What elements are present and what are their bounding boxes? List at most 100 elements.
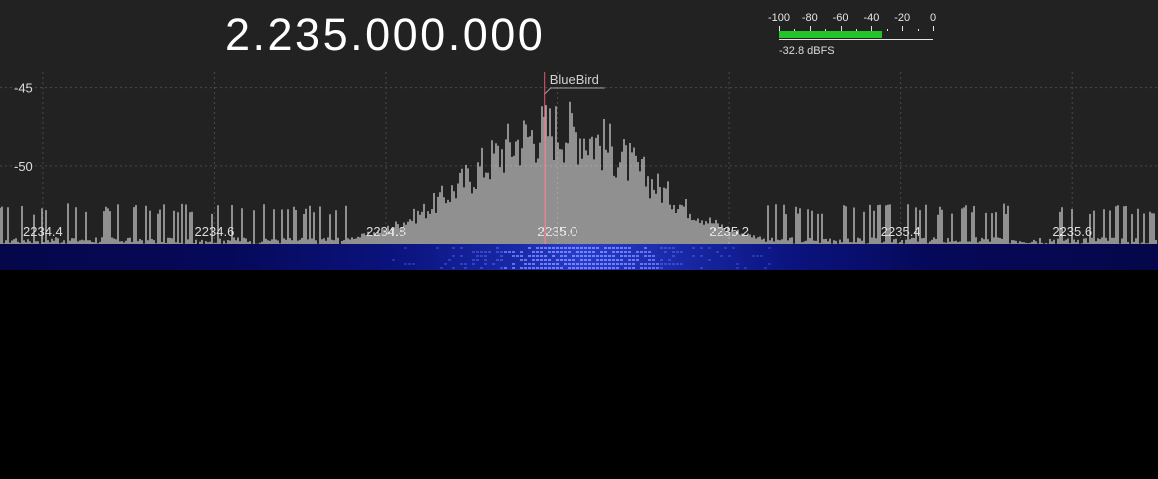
waterfall-pixel <box>552 251 555 253</box>
waterfall-pixel <box>760 255 763 257</box>
waterfall-pixel <box>404 263 407 265</box>
waterfall-pixel <box>536 267 539 269</box>
spectrum-plot[interactable]: -45 -50 2234.4 2234.6 2234.8 2235.0 2235.2 2235… <box>0 72 1158 244</box>
waterfall-pixel <box>520 267 523 269</box>
waterfall-pixel <box>644 255 647 257</box>
waterfall-pixel <box>404 247 407 249</box>
waterfall-pixel <box>640 263 643 265</box>
waterfall-pixel <box>660 247 663 249</box>
waterfall-pixel <box>616 267 619 269</box>
waterfall-pixel <box>584 259 587 261</box>
x-axis-label: 2234.8 <box>366 224 406 239</box>
waterfall-pixel <box>624 255 627 257</box>
waterfall-pixel <box>452 247 455 249</box>
waterfall-pixel <box>676 263 679 265</box>
waterfall-pixel <box>568 247 571 249</box>
waterfall-pixel <box>672 255 675 257</box>
waterfall-pixel <box>732 247 735 249</box>
waterfall-pixel <box>436 247 439 249</box>
waterfall-pixel <box>600 263 603 265</box>
waterfall-display[interactable] <box>0 244 1158 270</box>
waterfall-pixel <box>576 263 579 265</box>
waterfall-pixel <box>444 263 447 265</box>
meter-bar-track <box>779 31 933 38</box>
x-axis-label: 2234.6 <box>195 224 235 239</box>
waterfall-pixel <box>500 267 503 269</box>
waterfall-pixel <box>568 251 571 253</box>
waterfall-canvas <box>392 247 771 269</box>
spectrum-canvas[interactable]: -45 -50 2234.4 2234.6 2234.8 2235.0 2235.2 2235… <box>0 72 1158 244</box>
waterfall-pixel <box>660 263 663 265</box>
waterfall-pixel <box>596 263 599 265</box>
meter-scale-label: -60 <box>832 12 849 24</box>
waterfall-pixel <box>472 259 475 261</box>
waterfall-pixel <box>532 263 535 265</box>
waterfall-pixel <box>584 263 587 265</box>
waterfall-pixel <box>556 247 559 249</box>
waterfall-pixel <box>556 263 559 265</box>
waterfall-pixel <box>496 251 499 253</box>
waterfall-pixel <box>528 247 531 249</box>
waterfall-pixel <box>600 259 603 261</box>
waterfall-pixel <box>736 263 739 265</box>
waterfall-pixel <box>480 255 483 257</box>
waterfall-pixel <box>536 247 539 249</box>
waterfall-pixel <box>560 255 563 257</box>
waterfall-pixel <box>648 259 651 261</box>
waterfall-pixel <box>664 247 667 249</box>
x-axis-label: 2235.2 <box>709 224 749 239</box>
waterfall-pixel <box>544 255 547 257</box>
waterfall-pixel <box>588 255 591 257</box>
waterfall-pixel <box>536 259 539 261</box>
waterfall-pixel <box>632 267 635 269</box>
waterfall-pixel <box>512 255 515 257</box>
waterfall-pixel <box>464 263 467 265</box>
waterfall-pixel <box>548 259 551 261</box>
waterfall-pixel <box>652 263 655 265</box>
waterfall-pixel <box>648 251 651 253</box>
waterfall-pixel <box>528 263 531 265</box>
waterfall-pixel <box>644 263 647 265</box>
meter-scale-label: -80 <box>801 12 818 24</box>
x-axis-label: 2234.4 <box>23 224 63 239</box>
waterfall-pixel <box>652 259 655 261</box>
waterfall-pixel <box>564 251 567 253</box>
waterfall-pixel <box>552 247 555 249</box>
waterfall-pixel <box>620 255 623 257</box>
waterfall-pixel <box>612 255 615 257</box>
waterfall-pixel <box>484 263 487 265</box>
waterfall-pixel <box>736 267 739 269</box>
waterfall-pixel <box>608 255 611 257</box>
waterfall-pixel <box>628 255 631 257</box>
waterfall-pixel <box>664 251 667 253</box>
y-axis-label: -50 <box>14 159 33 174</box>
waterfall-pixel <box>608 267 611 269</box>
waterfall-pixel <box>604 251 607 253</box>
waterfall-pixel <box>668 259 671 261</box>
waterfall-pixel <box>508 251 511 253</box>
waterfall-pixel <box>544 267 547 269</box>
waterfall-pixel <box>408 263 411 265</box>
x-axis-label: 2235.0 <box>538 224 578 239</box>
waterfall-pixel <box>588 247 591 249</box>
waterfall-pixel <box>744 267 747 269</box>
waterfall-pixel <box>476 251 479 253</box>
waterfall-pixel <box>612 267 615 269</box>
waterfall-pixel <box>548 247 551 249</box>
waterfall-pixel <box>648 255 651 257</box>
waterfall-pixel <box>560 267 563 269</box>
waterfall-pixel <box>596 267 599 269</box>
waterfall-pixel <box>532 259 535 261</box>
waterfall-pixel <box>512 263 515 265</box>
waterfall-pixel <box>628 259 631 261</box>
waterfall-pixel <box>624 247 627 249</box>
frequency-display[interactable]: 2.235.000.000 <box>225 8 545 62</box>
waterfall-pixel <box>524 259 527 261</box>
waterfall-pixel <box>608 263 611 265</box>
waterfall-pixel <box>692 255 695 257</box>
waterfall-pixel <box>672 247 675 249</box>
waterfall-pixel <box>548 263 551 265</box>
waterfall-pixel <box>588 251 591 253</box>
waterfall-pixel <box>620 247 623 249</box>
waterfall-pixel <box>752 255 755 257</box>
